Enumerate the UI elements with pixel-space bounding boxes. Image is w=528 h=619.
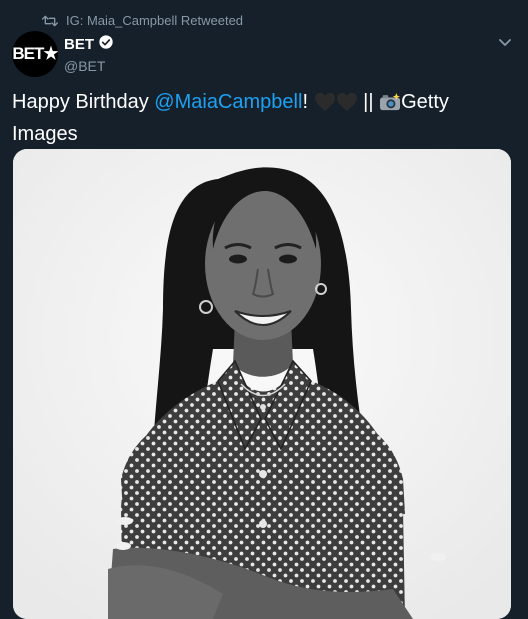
retweet-icon [42, 14, 58, 28]
author-display-name[interactable]: BET [64, 36, 94, 53]
camera-flash-icon [379, 92, 401, 120]
mention-link[interactable]: @MaiaCampbell [154, 91, 302, 113]
author-handle[interactable]: @BET [64, 58, 114, 74]
tweet-text: Happy Birthday @MaiaCampbell! || Getty I… [12, 88, 512, 148]
tweet-photo[interactable] [13, 149, 511, 619]
retweet-label: IG: Maia_Campbell Retweeted [66, 13, 244, 28]
black-heart-icon [314, 92, 336, 120]
avatar-logo: BET★ [12, 44, 58, 63]
chevron-down-icon[interactable] [498, 35, 512, 53]
avatar[interactable]: BET★ [12, 31, 58, 77]
verified-badge-icon [98, 34, 114, 55]
tweet-text-after-mention: ! [302, 91, 314, 113]
tweet-text-middle: || [357, 91, 380, 113]
retweet-context[interactable]: IG: Maia_Campbell Retweeted [42, 13, 243, 28]
tweet-text-before: Happy Birthday [12, 91, 155, 113]
black-heart-icon [336, 92, 358, 120]
